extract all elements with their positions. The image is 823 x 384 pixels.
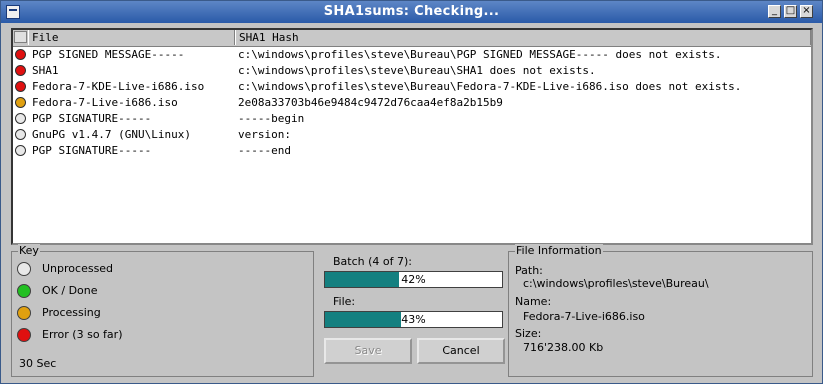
file-label: File: [333,295,356,308]
file-info-legend: File Information [515,244,603,257]
table-row[interactable]: PGP SIGNATURE----- -----begin [13,111,811,127]
path-label: Path: [515,264,543,277]
hash-cell: c:\windows\profiles\steve\Bureau\PGP SIG… [238,48,722,61]
window-title: SHA1sums: Checking... [323,4,500,19]
hash-cell: -----end [238,144,291,157]
status-processing-icon [17,306,31,320]
file-cell: Fedora-7-KDE-Live-i686.iso [32,80,205,93]
batch-progress-bar: 42% [324,271,503,288]
cancel-button[interactable]: Cancel [417,338,505,364]
status-error-icon [15,65,26,76]
elapsed-time: 30 Sec [19,357,57,370]
table-row[interactable]: GnuPG v1.4.7 (GNU\Linux) version: [13,127,811,143]
size-label: Size: [515,327,542,340]
hash-cell: -----begin [238,112,305,125]
key-legend: Key [18,244,40,257]
table-row[interactable]: Fedora-7-KDE-Live-i686.iso c:\windows\pro… [13,79,811,95]
list-header: File SHA1 Hash [13,30,811,47]
batch-percent: 42% [401,273,426,286]
title-bar[interactable]: SHA1sums: Checking... _ □ × [1,1,822,23]
name-label: Name: [515,295,552,308]
results-list[interactable]: File SHA1 Hash PGP SIGNED MESSAGE----- c:… [11,28,813,245]
file-cell: PGP SIGNATURE----- [32,144,152,157]
file-cell: GnuPG v1.4.7 (GNU\Linux) [32,128,191,141]
file-percent: 43% [401,313,426,326]
status-unprocessed-icon [15,113,26,124]
maximize-icon: □ [785,5,796,16]
close-icon: × [802,5,811,16]
status-unprocessed-icon [15,145,26,156]
batch-label: Batch (4 of 7): [333,255,412,268]
key-item-label: Unprocessed [42,262,114,275]
sha1sums-window: SHA1sums: Checking... _ □ × File SHA1 Ha… [0,0,823,384]
hash-cell: c:\windows\profiles\steve\Bureau\SHA1 do… [238,64,596,77]
column-header-hash[interactable]: SHA1 Hash [235,30,811,45]
status-processing-icon [15,97,26,108]
file-cell: PGP SIGNATURE----- [32,112,152,125]
minimize-icon: _ [772,5,777,16]
path-value: c:\windows\profiles\steve\Bureau\ [523,277,709,290]
hash-cell: 2e08a33703b46e9484c9472d76caa4ef8a2b15b9 [238,96,503,109]
table-row[interactable]: PGP SIGNATURE----- -----end [13,143,811,159]
file-cell: PGP SIGNED MESSAGE----- [32,48,185,61]
name-value: Fedora-7-Live-i686.iso [523,310,645,323]
file-info-panel: File Information Path: c:\windows\profil… [508,244,813,377]
key-item-label: OK / Done [42,284,98,297]
column-header-file[interactable]: File [28,30,235,45]
status-ok-icon [17,284,31,298]
key-item-label: Error (3 so far) [42,328,123,341]
hash-cell: version: [238,128,291,141]
status-error-icon [15,81,26,92]
minimize-button[interactable]: _ [768,5,781,18]
table-row[interactable]: Fedora-7-Live-i686.iso 2e08a33703b46e9484… [13,95,811,111]
status-unprocessed-icon [15,129,26,140]
status-error-icon [15,49,26,60]
close-button[interactable]: × [800,5,813,18]
status-unprocessed-icon [17,262,31,276]
file-cell: SHA1 [32,64,59,77]
progress-panel: Batch (4 of 7): 42% File: 43% Save Cance… [311,251,505,377]
file-progress-bar: 43% [324,311,503,328]
select-all-checkbox[interactable] [14,31,27,43]
size-value: 716'238.00 Kb [523,341,604,354]
file-cell: Fedora-7-Live-i686.iso [32,96,178,109]
table-row[interactable]: PGP SIGNED MESSAGE----- c:\windows\profil… [13,47,811,63]
table-row[interactable]: SHA1 c:\windows\profiles\steve\Bureau\SHA… [13,63,811,79]
save-button[interactable]: Save [324,338,412,364]
key-item-label: Processing [42,306,101,319]
status-error-icon [17,328,31,342]
hash-cell: c:\windows\profiles\steve\Bureau\Fedora-… [238,80,742,93]
key-panel: Key Unprocessed OK / Done Processing Error … [11,244,314,377]
maximize-button[interactable]: □ [784,5,797,18]
